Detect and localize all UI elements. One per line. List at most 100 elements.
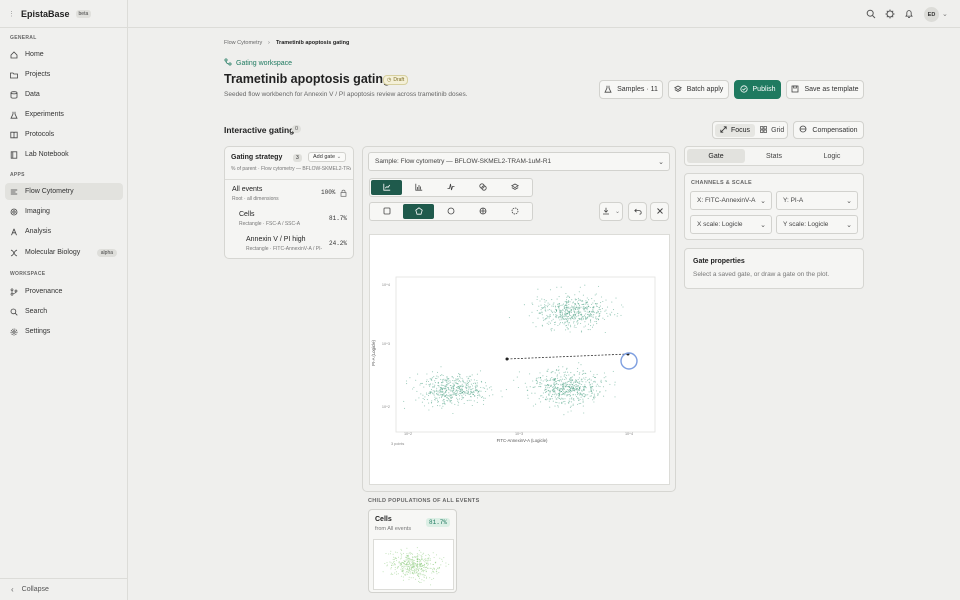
event-dot bbox=[531, 311, 533, 313]
plot-canvas[interactable]: 10^4 10^3 10^2 10^2 10^3 10^4 FITC-Annex… bbox=[369, 234, 670, 485]
child-population-card[interactable]: Cells from All events 81.7% bbox=[368, 509, 461, 593]
event-dot bbox=[436, 393, 438, 395]
add-gate-label: Add gate bbox=[313, 154, 336, 160]
sidebar-item-lab-notebook[interactable]: Lab Notebook bbox=[5, 146, 123, 163]
event-dot bbox=[584, 395, 586, 397]
batch-apply-button[interactable]: Batch apply bbox=[668, 80, 729, 99]
app-brand[interactable]: EpistaBase bbox=[21, 9, 70, 19]
event-dot bbox=[458, 373, 460, 375]
event-dot bbox=[559, 398, 561, 400]
event-dot bbox=[526, 386, 528, 388]
export-button[interactable]: ⌄ bbox=[599, 202, 623, 221]
ellipse-gate-button[interactable] bbox=[435, 204, 466, 219]
sidebar-item-protocols[interactable]: Protocols bbox=[5, 126, 123, 143]
drag-handle-icon[interactable]: ⋮ bbox=[8, 10, 15, 18]
event-dot bbox=[473, 379, 475, 381]
thumbnail-dot bbox=[393, 558, 395, 560]
samples-button[interactable]: Samples · 11 bbox=[599, 80, 663, 99]
event-dot bbox=[596, 303, 598, 305]
sidebar-item-settings[interactable]: Settings bbox=[5, 323, 123, 340]
x-channel-select[interactable]: X: FITC-AnnexinV-A ⌄ bbox=[690, 191, 772, 210]
sidebar-item-imaging[interactable]: Imaging bbox=[5, 203, 123, 220]
image-icon bbox=[10, 208, 18, 216]
sample-select[interactable]: Sample: Flow cytometry — BFLOW-SKMEL2-TR… bbox=[368, 152, 670, 171]
publish-button[interactable]: Publish bbox=[734, 80, 781, 99]
focus-view-button[interactable]: Focus bbox=[715, 123, 756, 137]
event-dot bbox=[445, 380, 447, 382]
event-dot bbox=[562, 315, 564, 317]
bug-icon[interactable] bbox=[885, 9, 895, 19]
event-dot bbox=[556, 369, 558, 371]
x-scale-select[interactable]: X scale: Logicle ⌄ bbox=[690, 215, 772, 234]
event-dot bbox=[474, 395, 476, 397]
gate-node-annexin-pi-high[interactable]: Annexin V / PI high Rectangle · FITC-Ann… bbox=[225, 235, 353, 257]
event-dot bbox=[471, 374, 473, 376]
event-dot bbox=[542, 307, 544, 309]
sidebar-item-search[interactable]: Search bbox=[5, 303, 123, 320]
event-dot bbox=[546, 317, 548, 319]
thumbnail-dot bbox=[432, 552, 434, 554]
gate-node-cells[interactable]: Cells Rectangle · FSC-A / SSC-A 81.7% bbox=[225, 209, 353, 231]
chevron-down-icon[interactable]: ⌄ bbox=[942, 10, 948, 18]
sidebar-item-analysis[interactable]: Analysis bbox=[5, 223, 123, 240]
grid-view-button[interactable]: Grid bbox=[755, 124, 789, 137]
event-dot bbox=[536, 377, 538, 379]
sidebar-item-provenance[interactable]: Provenance bbox=[5, 283, 123, 300]
sidebar-item-projects[interactable]: Projects bbox=[5, 66, 123, 83]
event-dot bbox=[473, 390, 475, 392]
sidebar-item-home[interactable]: Home bbox=[5, 46, 123, 63]
avatar[interactable]: ED bbox=[924, 7, 939, 22]
quadrant-gate-button[interactable] bbox=[467, 204, 498, 219]
scatter-plot[interactable]: 10^4 10^3 10^2 10^2 10^3 10^4 FITC-Annex… bbox=[370, 235, 671, 486]
thumbnail-dot bbox=[406, 557, 408, 559]
event-dot bbox=[576, 397, 579, 399]
rectangle-gate-button[interactable] bbox=[371, 204, 402, 219]
event-dot bbox=[581, 389, 583, 391]
compensation-button[interactable]: Compensation bbox=[793, 121, 864, 139]
histogram-button[interactable] bbox=[403, 180, 434, 195]
layers-button[interactable] bbox=[499, 180, 530, 195]
event-dot bbox=[464, 386, 466, 388]
event-dot bbox=[577, 367, 579, 369]
thumbnail-dot bbox=[408, 557, 410, 559]
y-channel-select[interactable]: Y: PI-A ⌄ bbox=[776, 191, 858, 210]
event-dot bbox=[567, 301, 569, 303]
thumbnail-dot bbox=[404, 564, 406, 566]
event-dot bbox=[602, 300, 604, 303]
event-dot bbox=[412, 388, 414, 390]
sidebar-item-flow-cytometry[interactable]: Flow Cytometry bbox=[5, 183, 123, 200]
bell-icon[interactable] bbox=[904, 9, 914, 19]
save-template-button[interactable]: Save as template bbox=[786, 80, 864, 99]
event-dot bbox=[458, 398, 461, 400]
event-dot bbox=[589, 312, 592, 314]
tab-gate[interactable]: Gate bbox=[687, 149, 745, 163]
gate-node-all-events[interactable]: All events Root · all dimensions 100% bbox=[225, 183, 353, 205]
polygon-gate-button[interactable] bbox=[403, 204, 434, 219]
event-dot bbox=[465, 388, 467, 390]
sidebar-item-molecular-biology[interactable]: Molecular Biology alpha bbox=[5, 244, 123, 261]
event-dot bbox=[444, 396, 446, 398]
overlay-button[interactable] bbox=[467, 180, 498, 195]
breadcrumb-parent[interactable]: Flow Cytometry bbox=[224, 40, 262, 46]
clear-button[interactable] bbox=[650, 202, 669, 221]
add-gate-button[interactable]: Add gate ⌄ bbox=[308, 152, 347, 162]
workspace-link[interactable]: Gating workspace bbox=[224, 58, 292, 68]
thumbnail-dot bbox=[433, 557, 435, 558]
undo-button[interactable] bbox=[628, 202, 647, 221]
event-dot bbox=[561, 312, 564, 314]
scatter-plot-button[interactable] bbox=[371, 180, 402, 195]
range-gate-button[interactable] bbox=[499, 204, 530, 219]
sidebar-item-data[interactable]: Data bbox=[5, 86, 123, 103]
event-dot bbox=[579, 299, 581, 301]
tab-stats[interactable]: Stats bbox=[745, 149, 803, 163]
event-dot bbox=[557, 392, 560, 394]
event-dot bbox=[583, 326, 585, 328]
tab-logic[interactable]: Logic bbox=[803, 149, 861, 163]
collapse-button[interactable]: ‹ Collapse bbox=[0, 578, 128, 600]
event-dot bbox=[593, 306, 595, 308]
trace-button[interactable] bbox=[435, 180, 466, 195]
y-scale-select[interactable]: Y scale: Logicle ⌄ bbox=[776, 215, 858, 234]
sidebar-item-experiments[interactable]: Experiments bbox=[5, 106, 123, 123]
event-dot bbox=[579, 372, 581, 374]
search-icon[interactable] bbox=[866, 9, 876, 19]
